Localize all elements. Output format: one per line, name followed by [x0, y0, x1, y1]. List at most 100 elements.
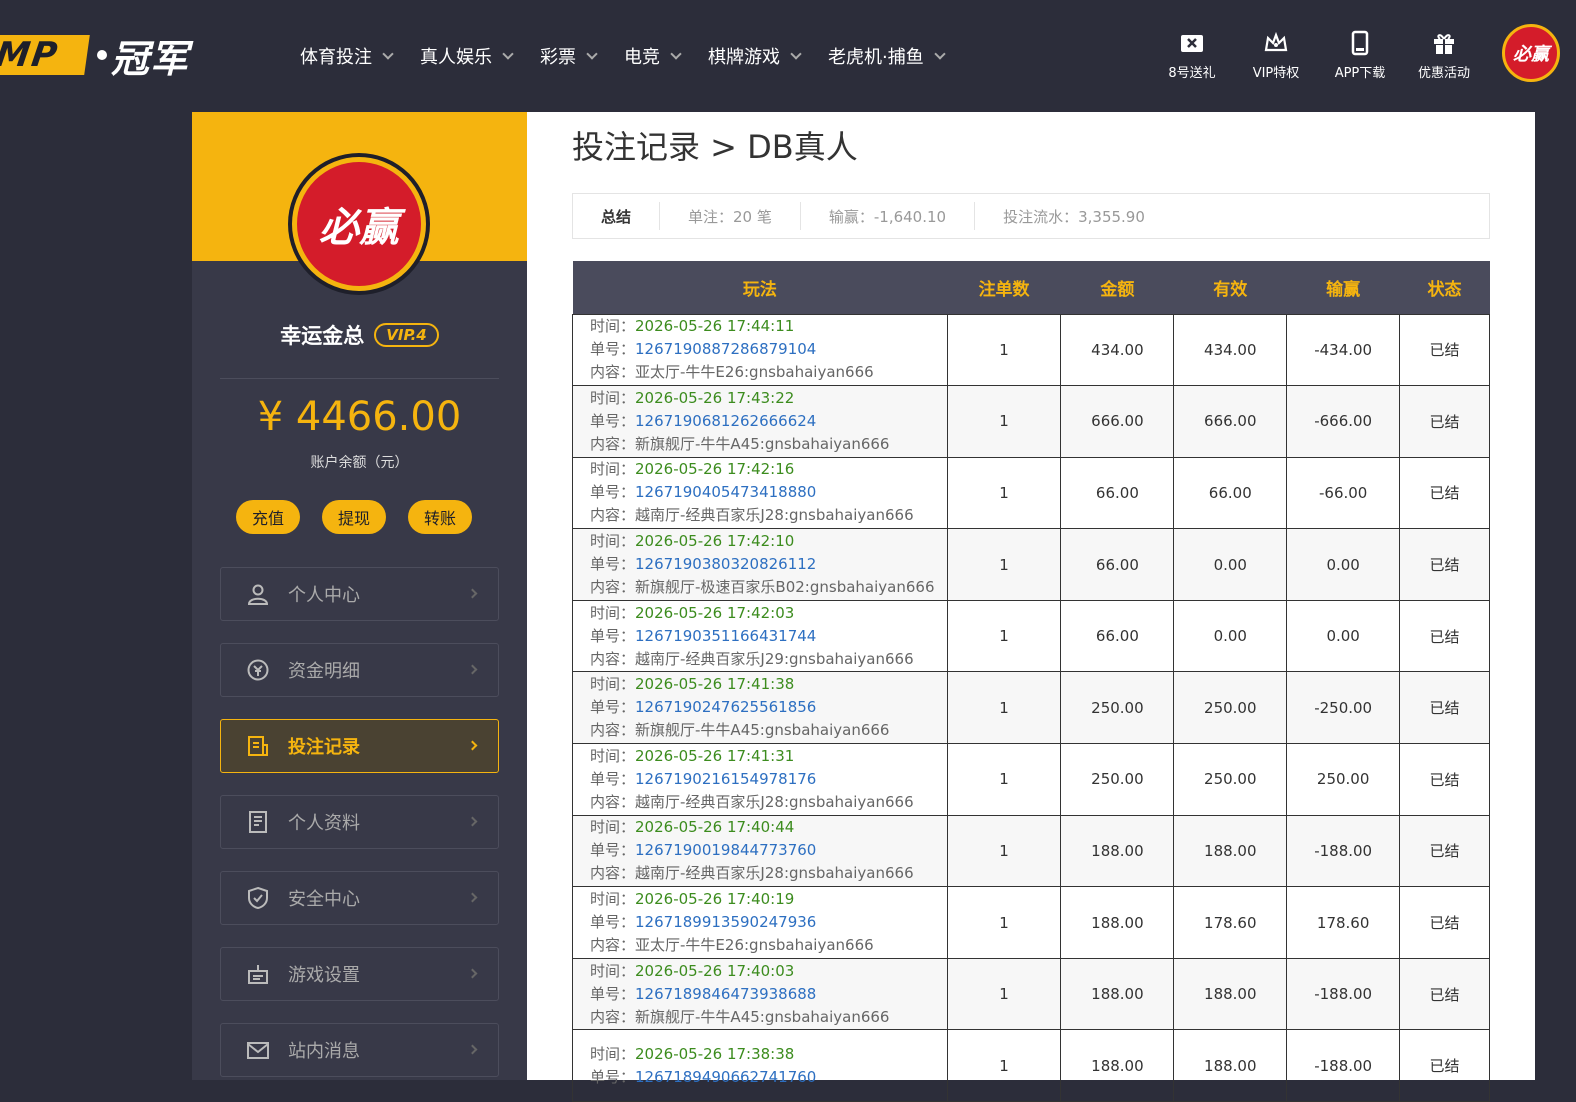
app-download-button[interactable]: APP下载: [1318, 30, 1402, 81]
content-label: 内容：: [590, 936, 636, 955]
bet-time-line: 时间：2026-05-26 17:41:38: [590, 673, 947, 696]
document-icon: [249, 811, 267, 833]
time-label: 时间：: [590, 603, 636, 622]
chevron-right-icon: [467, 816, 478, 827]
bet-info-cell: 时间：2026-05-26 17:40:19 单号：126718991359024…: [572, 886, 948, 959]
bet-count: 1: [946, 886, 1062, 959]
nav-item-lottery[interactable]: 彩票: [540, 38, 598, 74]
nav-label: 老虎机·捕鱼: [828, 47, 924, 68]
time-label: 时间：: [590, 388, 636, 407]
bet-number-line: 单号：1267189846473938688: [590, 983, 947, 1006]
sidebar-item-security[interactable]: 安全中心: [220, 871, 499, 925]
column-header: 金额: [1060, 261, 1174, 314]
summary-bar: 总结 单注：20 笔 输赢：-1,640.10 投注流水：3,355.90: [572, 193, 1490, 239]
bet-time-line: 时间：2026-05-26 17:40:19: [590, 888, 947, 911]
sidebar-item-label: 安全中心: [288, 889, 360, 910]
bet-time-line: 时间：2026-05-26 17:44:11: [590, 315, 947, 338]
user-avatar[interactable]: 必赢: [1502, 24, 1560, 82]
summary-turnover: 投注流水：3,355.90: [1003, 207, 1145, 226]
vip-button[interactable]: VIP特权: [1234, 30, 1318, 81]
sidebar-item-personal-center[interactable]: 个人中心: [220, 567, 499, 621]
bet-number-line: 单号：1267190216154978176: [590, 768, 947, 791]
chevron-down-icon: [934, 47, 946, 60]
chevron-down-icon: [382, 47, 394, 60]
bet-number-link[interactable]: 1267190019844773760: [635, 841, 816, 859]
bet-time: 2026-05-26 17:40:03: [635, 961, 795, 980]
bet-number-link[interactable]: 1267190216154978176: [635, 770, 816, 788]
nav-item-sports[interactable]: 体育投注: [300, 38, 394, 74]
number-label: 单号：: [590, 1067, 636, 1086]
bet-content: 越南厅-经典百家乐J29:gnsbahaiyan666: [635, 649, 914, 668]
bet-time-line: 时间：2026-05-26 17:38:38: [590, 1043, 947, 1066]
logo[interactable]: MP 冠军: [0, 33, 189, 81]
bet-number-link[interactable]: 1267190351166431744: [635, 627, 816, 645]
phone-icon: [1351, 30, 1369, 56]
content-label: 内容：: [590, 792, 636, 811]
time-label: 时间：: [590, 460, 636, 479]
bet-content-line: 内容：新旗舰厅-极速百家乐B02:gnsbahaiyan666: [590, 576, 947, 599]
chevron-down-icon: [670, 47, 682, 60]
bet-number-line: 单号：1267190887286879104: [590, 338, 947, 361]
bet-number-link[interactable]: 1267190247625561856: [635, 698, 816, 716]
column-header: 注单数: [947, 261, 1061, 314]
bet-time: 2026-05-26 17:42:10: [635, 532, 795, 551]
withdraw-button[interactable]: 提现: [322, 500, 386, 534]
nav-label: 真人娱乐: [420, 47, 492, 68]
bet-count: 1: [946, 313, 1062, 387]
bet-valid: 0.00: [1173, 599, 1288, 673]
bet-time: 2026-05-26 17:38:38: [635, 1044, 795, 1063]
sidebar-item-label: 游戏设置: [288, 965, 360, 986]
time-label: 时间：: [590, 890, 636, 909]
bet-number-link[interactable]: 1267189490662741760: [635, 1068, 816, 1086]
bet-count: 1: [946, 1029, 1062, 1102]
table-row: 时间：2026-05-26 17:42:03 单号：126719035116643…: [572, 599, 1490, 673]
table-header-row: 玩法 注单数 金额 有效 输赢 状态: [572, 261, 1490, 314]
page-title: 投注记录 > DB真人: [572, 128, 858, 166]
mail-icon: [247, 1042, 269, 1059]
sidebar-item-fund-details[interactable]: 资金明细: [220, 643, 499, 697]
chevron-right-icon: [467, 968, 478, 979]
column-header: 有效: [1173, 261, 1287, 314]
bet-content: 越南厅-经典百家乐J28:gnsbahaiyan666: [635, 792, 914, 811]
bet-content-line: 内容：亚太厅-牛牛E26:gnsbahaiyan666: [590, 361, 947, 384]
table-row: 时间：2026-05-26 17:41:31 单号：126719021615497…: [572, 743, 1490, 816]
main-content: 投注记录 > DB真人 总结 单注：20 笔 输赢：-1,640.10 投注流水…: [527, 112, 1535, 1102]
bet-valid: 250.00: [1173, 743, 1288, 816]
bet-number-link[interactable]: 1267190405473418880: [635, 483, 816, 501]
bet-winloss: -188.00: [1286, 957, 1401, 1031]
sidebar-menu: 个人中心 资金明细 投注记录 个人资料 安全中心 游戏设置 站内消息: [220, 567, 499, 1099]
bet-time: 2026-05-26 17:41:38: [635, 675, 795, 694]
bet-content-line: 内容：新旗舰厅-牛牛A45:gnsbahaiyan666: [590, 719, 947, 742]
sidebar-item-game-settings[interactable]: 游戏设置: [220, 947, 499, 1001]
bet-info-cell: 时间：2026-05-26 17:42:16 单号：126719040547341…: [572, 456, 948, 530]
sidebar-item-bet-records[interactable]: 投注记录: [220, 719, 499, 773]
sidebar-item-profile[interactable]: 个人资料: [220, 795, 499, 849]
bet-time: 2026-05-26 17:41:31: [635, 746, 795, 765]
balance-amount: ¥ 4466.00: [257, 394, 462, 440]
nav-item-slots-fishing[interactable]: 老虎机·捕鱼: [828, 38, 946, 74]
bet-number-link[interactable]: 1267190887286879104: [635, 340, 816, 358]
bet-info-cell: 时间：2026-05-26 17:38:38 单号：126718949066274…: [572, 1029, 948, 1102]
nav-item-esports[interactable]: 电竞: [624, 38, 682, 74]
bet-winloss: 178.60: [1286, 886, 1401, 959]
nav-item-chess-cards[interactable]: 棋牌游戏: [708, 38, 802, 74]
gift-ticket-button[interactable]: 8号送礼: [1150, 30, 1234, 81]
shield-icon: [248, 886, 268, 910]
bet-number-link[interactable]: 1267189846473938688: [635, 985, 816, 1003]
bet-count: 1: [946, 671, 1062, 745]
sidebar-item-messages[interactable]: 站内消息: [220, 1023, 499, 1077]
time-label: 时间：: [590, 746, 636, 765]
sidebar: 必赢 幸运金总 VIP.4 ¥ 4466.00 账户余额（元） 充值 提现 转账…: [192, 112, 527, 1080]
bet-valid: 434.00: [1173, 313, 1288, 387]
bet-number-link[interactable]: 1267190380320826112: [635, 555, 816, 573]
nav-item-live-casino[interactable]: 真人娱乐: [420, 38, 514, 74]
promotions-button[interactable]: 优惠活动: [1402, 30, 1486, 81]
transfer-button[interactable]: 转账: [408, 500, 472, 534]
deposit-button[interactable]: 充值: [236, 500, 300, 534]
bet-number-link[interactable]: 1267189913590247936: [635, 913, 816, 931]
bet-status: 已结: [1399, 313, 1490, 387]
bet-number-link[interactable]: 1267190681262666624: [635, 412, 816, 430]
bet-content: 亚太厅-牛牛E26:gnsbahaiyan666: [635, 363, 874, 382]
main-nav: 体育投注 真人娱乐 彩票 电竞 棋牌游戏 老虎机·捕鱼: [300, 38, 972, 74]
bet-valid: 178.60: [1173, 886, 1288, 959]
